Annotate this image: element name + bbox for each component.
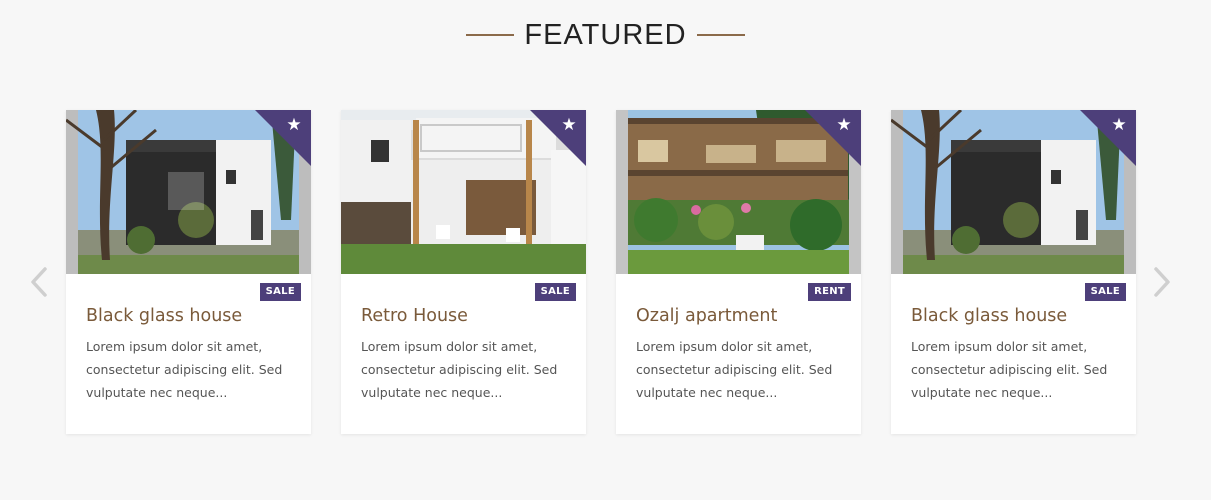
property-description: Lorem ipsum dolor sit amet, consectetur … bbox=[86, 339, 283, 400]
property-card[interactable]: ★ SALE Retro House Lorem ipsum dolor sit… bbox=[341, 110, 586, 434]
star-icon[interactable]: ★ bbox=[835, 116, 853, 134]
property-title[interactable]: Retro House bbox=[361, 303, 468, 329]
property-title[interactable]: Black glass house bbox=[86, 303, 242, 329]
heading-divider-left bbox=[466, 34, 515, 36]
status-badge: SALE bbox=[534, 283, 576, 301]
property-card[interactable]: ★ RENT Ozalj apartment Lorem ipsum dolor… bbox=[616, 110, 861, 434]
property-image[interactable]: ★ bbox=[891, 110, 1136, 274]
heading-divider-right bbox=[696, 34, 745, 36]
star-icon[interactable]: ★ bbox=[285, 116, 303, 134]
status-badge: SALE bbox=[259, 283, 301, 301]
property-image[interactable]: ★ bbox=[616, 110, 861, 274]
status-badge: SALE bbox=[1084, 283, 1126, 301]
property-description: Lorem ipsum dolor sit amet, consectetur … bbox=[361, 339, 558, 400]
section-heading: FEATURED bbox=[0, 14, 1211, 56]
status-badge: RENT bbox=[808, 283, 851, 301]
section-title: FEATURED bbox=[524, 19, 687, 51]
star-icon[interactable]: ★ bbox=[560, 116, 578, 134]
carousel-prev-button[interactable] bbox=[28, 265, 50, 299]
property-card[interactable]: ★ SALE Black glass house Lorem ipsum dol… bbox=[66, 110, 311, 434]
chevron-right-icon bbox=[1154, 267, 1170, 297]
carousel-next-button[interactable] bbox=[1151, 265, 1173, 299]
featured-section: FEATURED ★ SALE Black glass house Lorem … bbox=[0, 0, 1211, 500]
star-icon[interactable]: ★ bbox=[1110, 116, 1128, 134]
property-description: Lorem ipsum dolor sit amet, consectetur … bbox=[636, 339, 833, 400]
property-image[interactable]: ★ bbox=[341, 110, 586, 274]
property-title[interactable]: Black glass house bbox=[911, 303, 1067, 329]
property-title[interactable]: Ozalj apartment bbox=[636, 303, 777, 329]
chevron-left-icon bbox=[31, 267, 47, 297]
property-card[interactable]: ★ SALE Black glass house Lorem ipsum dol… bbox=[891, 110, 1136, 434]
property-image[interactable]: ★ bbox=[66, 110, 311, 274]
property-description: Lorem ipsum dolor sit amet, consectetur … bbox=[911, 339, 1108, 400]
